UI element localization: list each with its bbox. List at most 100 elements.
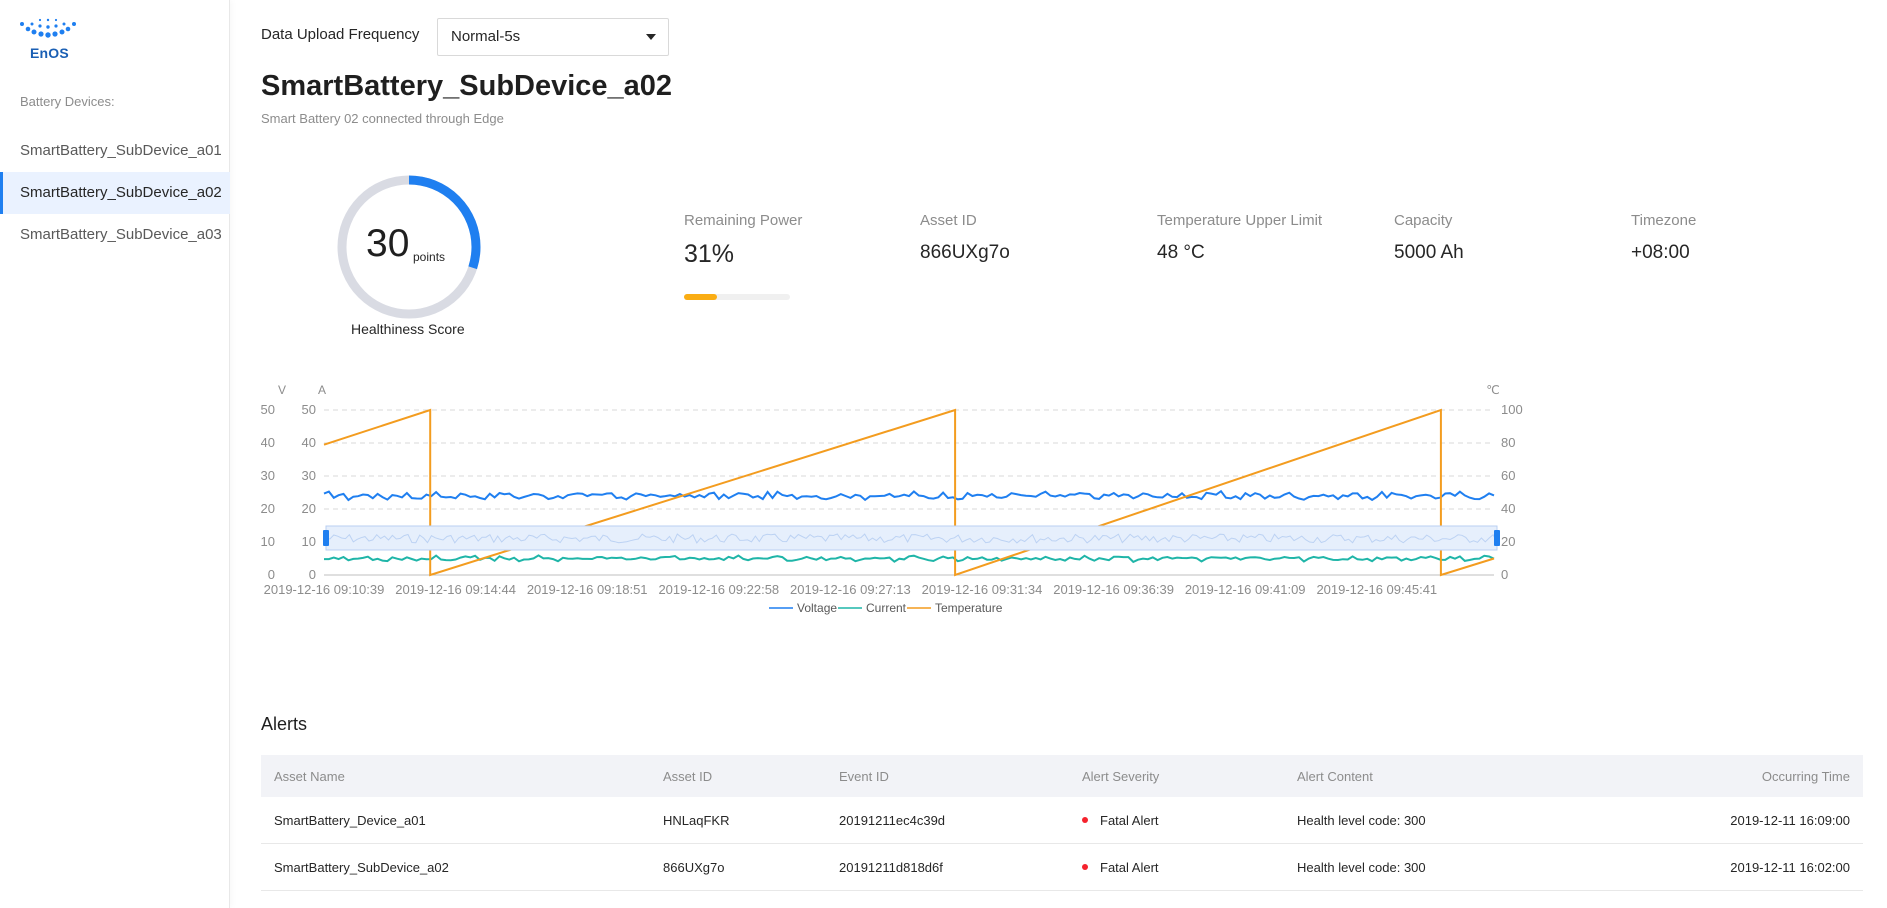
upload-frequency-value: Normal-5s	[451, 28, 521, 45]
alerts-table: Asset Name Asset ID Event ID Alert Sever…	[261, 755, 1863, 891]
table-header: Asset Name Asset ID Event ID Alert Sever…	[261, 755, 1863, 797]
cell-asset-id: 866UXg7o	[663, 859, 725, 875]
telemetry-chart: V A ℃50 5040 4030 3020 2010 100 0100806040200201…	[261, 383, 1523, 615]
x-tick-label: 2019-12-16 09:45:41	[1316, 582, 1437, 597]
axis-label-voltage: V	[278, 383, 286, 397]
cell-alert-content: Health level code: 300	[1297, 859, 1426, 875]
y-tick-current: 40	[302, 435, 316, 450]
stat-label: Remaining Power	[684, 212, 803, 229]
caret-down-icon	[646, 34, 656, 40]
severity-dot-icon	[1082, 864, 1088, 871]
stat-value: 866UXg7o	[920, 242, 1010, 263]
x-tick-label: 2019-12-16 09:36:39	[1053, 582, 1174, 597]
x-tick-label: 2019-12-16 09:27:13	[790, 582, 911, 597]
cell-asset-name: SmartBattery_Device_a01	[274, 812, 426, 828]
y-tick-current: 30	[302, 468, 316, 483]
x-tick-label: 2019-12-16 09:14:44	[395, 582, 516, 597]
table-row[interactable]: SmartBattery_Device_a01 HNLaqFKR 2019121…	[261, 797, 1863, 844]
stat-capacity: Capacity 5000 Ah	[1394, 212, 1594, 264]
y-tick-current: 50	[302, 402, 316, 417]
cell-occurring-time: 2019-12-11 16:09:00	[1730, 812, 1850, 828]
sidebar-item-device-a02[interactable]: SmartBattery_SubDevice_a02	[0, 172, 230, 214]
y-tick-current: 0	[309, 567, 316, 582]
y-tick-current: 20	[302, 501, 316, 516]
alerts-title: Alerts	[261, 714, 308, 734]
axis-label-temperature: ℃	[1486, 383, 1499, 397]
y-tick-temperature: 0	[1501, 567, 1508, 582]
cell-event-id: 20191211ec4c39d	[839, 812, 946, 828]
main-content: Data Upload Frequency Normal-5s SmartBat…	[261, 0, 1863, 908]
stat-remaining-power: Remaining Power 31%	[684, 212, 884, 269]
stat-asset-id: Asset ID 866UXg7o	[920, 212, 1120, 264]
health-score-caption: Healthiness Score	[351, 321, 465, 337]
legend-label: Voltage	[797, 601, 837, 615]
x-tick-label: 2019-12-16 09:22:58	[658, 582, 779, 597]
stat-value: 31%	[684, 240, 735, 268]
x-tick-label: 2019-12-16 09:10:39	[264, 582, 385, 597]
cell-event-id: 20191211d818d6f	[839, 859, 943, 875]
column-header[interactable]: Alert Severity	[1082, 769, 1159, 784]
y-tick-temperature: 40	[1501, 501, 1515, 516]
cell-severity: Fatal Alert	[1082, 813, 1159, 828]
y-tick-voltage: 10	[261, 534, 275, 549]
series-voltage-line	[323, 489, 1495, 502]
severity-label: Fatal Alert	[1100, 812, 1159, 828]
stat-value: 48 °C	[1157, 242, 1205, 263]
page-title: SmartBattery_SubDevice_a02	[261, 70, 673, 102]
stat-timezone: Timezone +08:00	[1631, 212, 1831, 264]
stat-label: Capacity	[1394, 212, 1453, 229]
sidebar-heading: Battery Devices:	[20, 94, 115, 109]
y-tick-voltage: 50	[261, 402, 275, 417]
column-header[interactable]: Asset ID	[663, 769, 712, 784]
series-current-line	[324, 554, 1495, 564]
device-list: SmartBattery_SubDevice_a01 SmartBattery_…	[0, 130, 230, 256]
x-tick-label: 2019-12-16 09:41:09	[1185, 582, 1306, 597]
remaining-power-bar	[684, 294, 790, 300]
y-tick-temperature: 20	[1501, 534, 1515, 549]
y-tick-temperature: 80	[1501, 435, 1515, 450]
stat-value: +08:00	[1631, 242, 1690, 263]
logo-dots-icon	[20, 18, 76, 38]
table-row[interactable]: SmartBattery_SubDevice_a02 866UXg7o 2019…	[261, 844, 1863, 891]
sidebar-item-device-a01[interactable]: SmartBattery_SubDevice_a01	[0, 130, 230, 172]
remaining-power-fill	[684, 294, 717, 300]
x-tick-label: 2019-12-16 09:18:51	[527, 582, 648, 597]
y-tick-temperature: 100	[1501, 402, 1523, 417]
y-tick-temperature: 60	[1501, 468, 1515, 483]
zoom-handle-right[interactable]	[1494, 530, 1500, 546]
upload-frequency-label: Data Upload Frequency	[261, 26, 420, 43]
stat-value: 5000 Ah	[1394, 242, 1464, 263]
column-header[interactable]: Asset Name	[274, 769, 345, 784]
zoom-handle-left[interactable]	[323, 530, 329, 546]
enos-logo[interactable]: EnOS	[18, 18, 82, 62]
y-tick-voltage: 0	[268, 567, 275, 582]
sidebar: EnOS Battery Devices: SmartBattery_SubDe…	[0, 0, 230, 908]
y-tick-voltage: 30	[261, 468, 275, 483]
y-tick-current: 10	[302, 534, 316, 549]
column-header[interactable]: Event ID	[839, 769, 889, 784]
logo-text: EnOS	[30, 45, 69, 61]
stat-label: Asset ID	[920, 212, 977, 229]
stat-label: Timezone	[1631, 212, 1697, 229]
legend-label: Temperature	[935, 601, 1003, 615]
severity-label: Fatal Alert	[1100, 859, 1159, 875]
column-header[interactable]: Alert Content	[1297, 769, 1373, 784]
column-header[interactable]: Occurring Time	[1762, 769, 1850, 784]
cell-severity: Fatal Alert	[1082, 860, 1159, 875]
y-tick-voltage: 40	[261, 435, 275, 450]
legend-label: Current	[866, 601, 907, 615]
page-subtitle: Smart Battery 02 connected through Edge	[261, 111, 504, 126]
y-tick-voltage: 20	[261, 501, 275, 516]
sidebar-item-device-a03[interactable]: SmartBattery_SubDevice_a03	[0, 214, 230, 256]
severity-dot-icon	[1082, 817, 1088, 824]
cell-alert-content: Health level code: 300	[1297, 812, 1426, 828]
cell-occurring-time: 2019-12-11 16:02:00	[1730, 859, 1850, 875]
stat-label: Temperature Upper Limit	[1157, 212, 1323, 229]
axis-label-current: A	[318, 383, 326, 397]
zoom-slider-window[interactable]	[325, 525, 1498, 551]
x-tick-label: 2019-12-16 09:31:34	[922, 582, 1043, 597]
cell-asset-id: HNLaqFKR	[663, 812, 730, 828]
health-score-unit: points	[413, 250, 446, 264]
upload-frequency-select[interactable]: Normal-5s	[437, 18, 669, 56]
cell-asset-name: SmartBattery_SubDevice_a02	[274, 859, 449, 875]
